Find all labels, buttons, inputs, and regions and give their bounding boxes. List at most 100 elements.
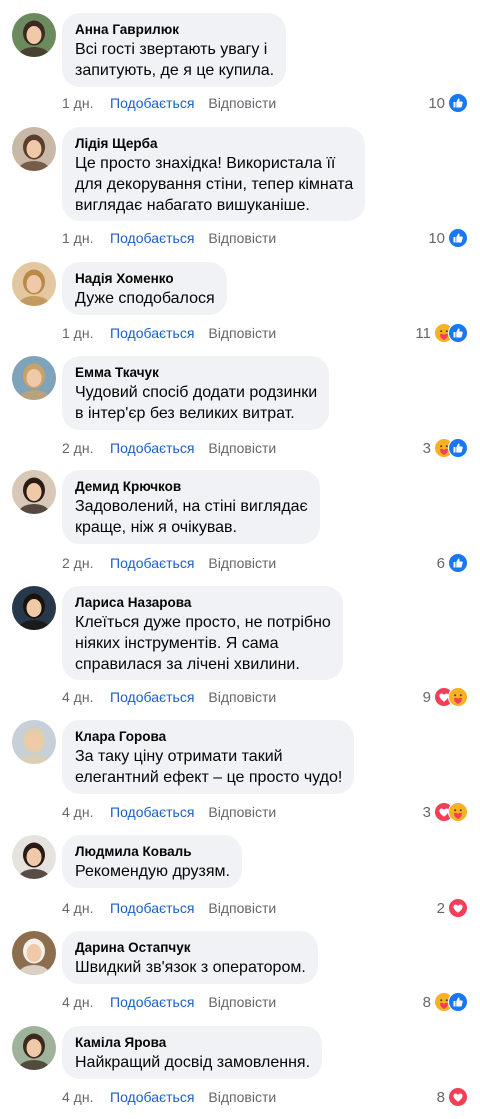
reaction-count: 10 — [428, 229, 445, 247]
reply-button[interactable]: Відповісти — [208, 900, 276, 916]
comment-actions: 1 дн. Подобається Відповісти — [62, 229, 276, 247]
comment-time[interactable]: 4 дн. — [62, 1088, 110, 1106]
reaction-summary[interactable]: 2 — [437, 898, 468, 918]
like-icon — [448, 553, 468, 573]
like-button[interactable]: Подобається — [110, 803, 194, 821]
like-icon — [448, 438, 468, 458]
reply-button[interactable]: Відповісти — [208, 95, 276, 111]
comment-time[interactable]: 1 дн. — [62, 229, 110, 247]
like-button[interactable]: Подобається — [110, 324, 194, 342]
comment-actions: 4 дн. Подобається Відповісти — [62, 803, 276, 821]
comment-author[interactable]: Надія Хоменко — [75, 270, 215, 288]
comment-time[interactable]: 4 дн. — [62, 688, 110, 706]
like-icon — [448, 93, 468, 113]
reply-button[interactable]: Відповісти — [208, 325, 276, 341]
comment-author[interactable]: Емма Ткачук — [75, 364, 317, 382]
comment-bubble: Анна Гаврилюк Всі гості звертають увагу і… — [62, 13, 287, 87]
reaction-count: 2 — [436, 899, 445, 917]
reaction-summary[interactable]: 11 — [415, 323, 468, 343]
comment-text: Клеїться дуже просто, не потрібно ніяких… — [75, 614, 331, 673]
comment-author[interactable]: Демид Крючков — [75, 478, 308, 496]
avatar[interactable] — [12, 127, 56, 171]
comment-author[interactable]: Анна Гаврилюк — [75, 21, 274, 39]
like-button[interactable]: Подобається — [110, 1088, 194, 1106]
comment-text: Задоволений, на стіні виглядає краще, ні… — [75, 498, 308, 536]
reaction-summary[interactable]: 6 — [437, 553, 468, 573]
comment-time[interactable]: 2 дн. — [62, 439, 110, 457]
like-button[interactable]: Подобається — [110, 554, 194, 572]
like-button[interactable]: Подобається — [110, 229, 194, 247]
comment-author[interactable]: Клара Горова — [75, 728, 342, 746]
reaction-count: 11 — [415, 324, 431, 342]
reaction-count: 9 — [422, 688, 431, 706]
comment-bubble: Емма Ткачук Чудовий спосіб додати родзинк… — [62, 356, 330, 430]
avatar[interactable] — [12, 1026, 56, 1070]
like-button[interactable]: Подобається — [110, 94, 194, 112]
reply-button[interactable]: Відповісти — [208, 1089, 276, 1105]
comment-actions: 2 дн. Подобається Відповісти — [62, 554, 276, 572]
reaction-count: 8 — [436, 1088, 445, 1106]
avatar[interactable] — [12, 720, 56, 764]
comment-author[interactable]: Людмила Коваль — [75, 843, 230, 861]
reaction-summary[interactable]: 9 — [423, 687, 468, 707]
avatar[interactable] — [12, 356, 56, 400]
comment-text: Найкращий досвід замовлення. — [75, 1054, 311, 1071]
reply-button[interactable]: Відповісти — [208, 689, 276, 705]
like-button[interactable]: Подобається — [110, 688, 194, 706]
avatar[interactable] — [12, 931, 56, 975]
reply-button[interactable]: Відповісти — [208, 230, 276, 246]
reply-button[interactable]: Відповісти — [208, 440, 276, 456]
comment-author[interactable]: Лідія Щерба — [75, 135, 353, 153]
comment-actions: 4 дн. Подобається Відповісти — [62, 1088, 276, 1106]
reaction-summary[interactable]: 8 — [437, 1087, 468, 1107]
comment-actions: 4 дн. Подобається Відповісти — [62, 688, 276, 706]
comment-text: Швидкий зв'язок з оператором. — [75, 959, 306, 976]
reply-button[interactable]: Відповісти — [208, 555, 276, 571]
reaction-summary[interactable]: 10 — [428, 93, 468, 113]
avatar[interactable] — [12, 586, 56, 630]
comment-bubble: Демид Крючков Задоволений, на стіні вигля… — [62, 470, 320, 544]
love-icon — [448, 898, 468, 918]
like-button[interactable]: Подобається — [110, 439, 194, 457]
comment-time[interactable]: 1 дн. — [62, 94, 110, 112]
avatar[interactable] — [12, 470, 56, 514]
comment-text: Дуже сподобалося — [75, 290, 215, 307]
comment-time[interactable]: 2 дн. — [62, 554, 110, 572]
comment-text: Це просто знахідка! Використала її для д… — [75, 155, 354, 214]
comment-text: Чудовий спосіб додати родзинки в інтер'є… — [75, 384, 318, 422]
comment-time[interactable]: 1 дн. — [62, 324, 110, 342]
reaction-summary[interactable]: 3 — [423, 802, 468, 822]
care-icon — [448, 802, 468, 822]
like-icon — [448, 323, 468, 343]
comment-actions: 4 дн. Подобається Відповісти — [62, 899, 276, 917]
avatar[interactable] — [12, 13, 56, 57]
comment-text: За таку ціну отримати такий елегантний е… — [75, 748, 343, 786]
avatar[interactable] — [12, 835, 56, 879]
care-icon — [448, 687, 468, 707]
comment-bubble: Лариса Назарова Клеїться дуже просто, не … — [62, 586, 343, 680]
reaction-summary[interactable]: 8 — [423, 992, 468, 1012]
comment-time[interactable]: 4 дн. — [62, 993, 110, 1011]
comment-actions: 4 дн. Подобається Відповісти — [62, 993, 276, 1011]
comment-text: Рекомендую друзям. — [75, 863, 230, 880]
reaction-count: 6 — [436, 554, 445, 572]
comment-actions: 1 дн. Подобається Відповісти — [62, 94, 276, 112]
comment-time[interactable]: 4 дн. — [62, 803, 110, 821]
avatar[interactable] — [12, 262, 56, 306]
reaction-summary[interactable]: 3 — [423, 438, 468, 458]
comment-time[interactable]: 4 дн. — [62, 899, 110, 917]
reaction-count: 8 — [422, 993, 431, 1011]
comment-actions: 2 дн. Подобається Відповісти — [62, 439, 276, 457]
reaction-count: 3 — [422, 439, 431, 457]
comment-text: Всі гості звертають увагу і запитують, д… — [75, 41, 275, 79]
love-icon — [448, 1087, 468, 1107]
reaction-summary[interactable]: 10 — [428, 228, 468, 248]
comment-author[interactable]: Дарина Остапчук — [75, 939, 306, 957]
reply-button[interactable]: Відповісти — [208, 804, 276, 820]
like-button[interactable]: Подобається — [110, 899, 194, 917]
comment-author[interactable]: Каміла Ярова — [75, 1034, 310, 1052]
reply-button[interactable]: Відповісти — [208, 994, 276, 1010]
comment-bubble: Надія Хоменко Дуже сподобалося — [62, 262, 227, 315]
comment-author[interactable]: Лариса Назарова — [75, 594, 331, 612]
like-button[interactable]: Подобається — [110, 993, 194, 1011]
